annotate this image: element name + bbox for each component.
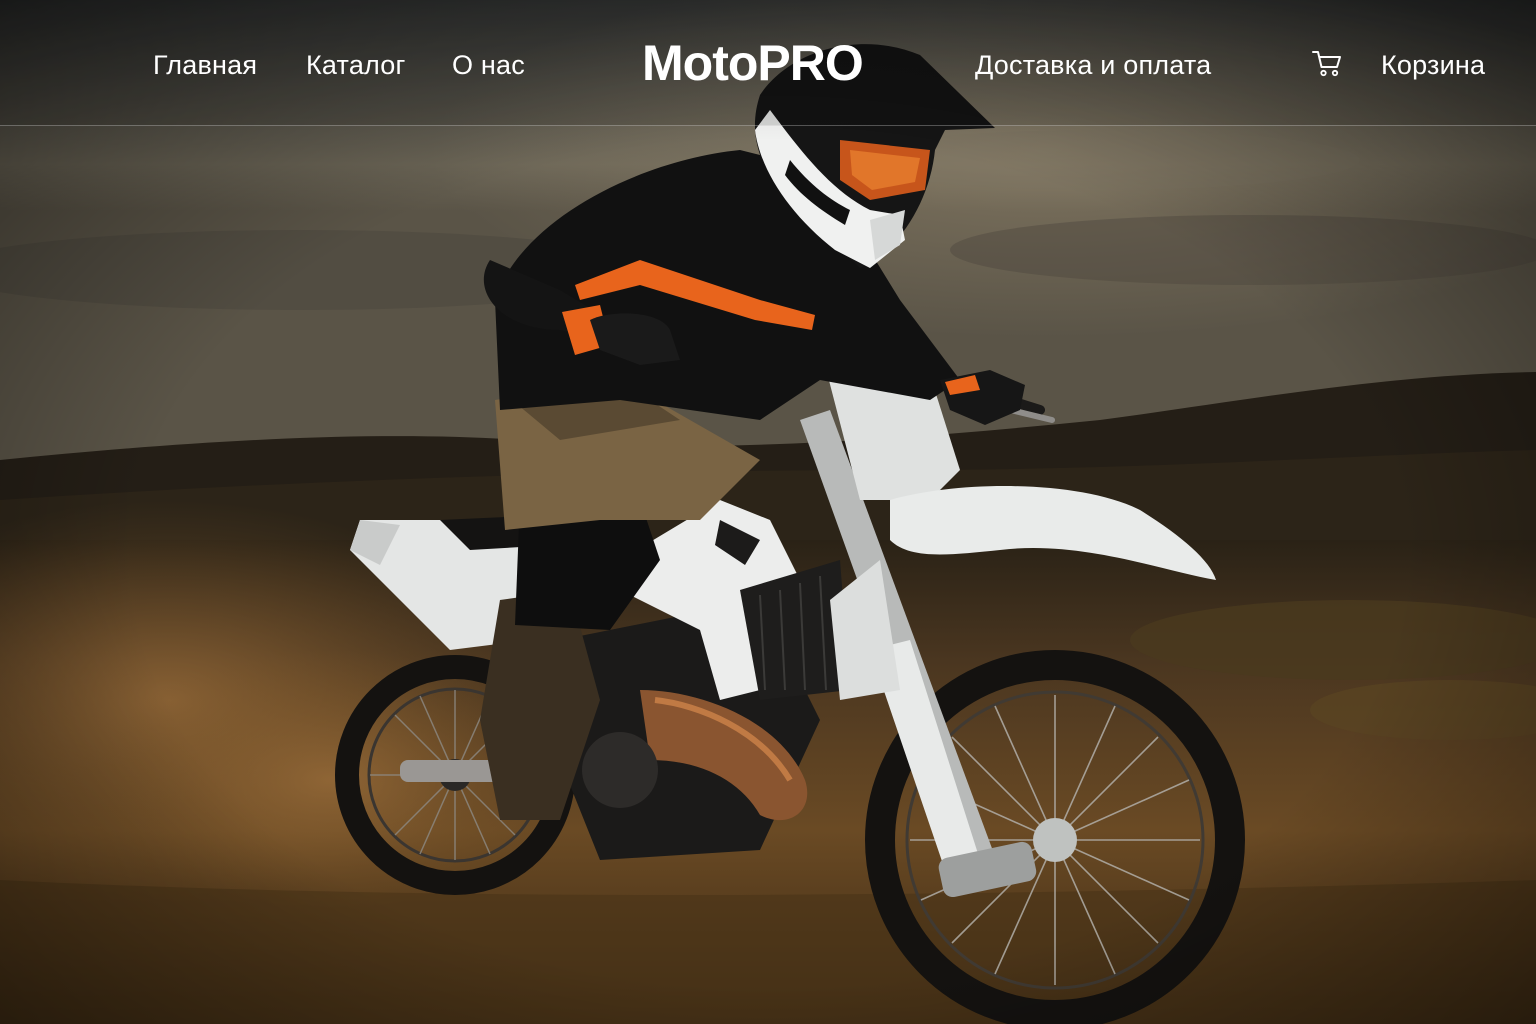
nav-link-catalog[interactable]: Каталог bbox=[306, 48, 406, 82]
nav-link-home[interactable]: Главная bbox=[153, 48, 257, 82]
site-logo[interactable]: MotoPRO bbox=[642, 34, 864, 92]
page: Главная Каталог О нас MotoPRO Доставка и… bbox=[0, 0, 1536, 1024]
nav-link-delivery-payment[interactable]: Доставка и оплата bbox=[975, 48, 1211, 82]
cart-icon[interactable] bbox=[1312, 50, 1342, 78]
nav-link-about[interactable]: О нас bbox=[452, 48, 525, 82]
hero-image bbox=[0, 0, 1536, 1024]
cart-link[interactable]: Корзина bbox=[1381, 48, 1485, 82]
site-header: Главная Каталог О нас MotoPRO Доставка и… bbox=[0, 0, 1536, 126]
